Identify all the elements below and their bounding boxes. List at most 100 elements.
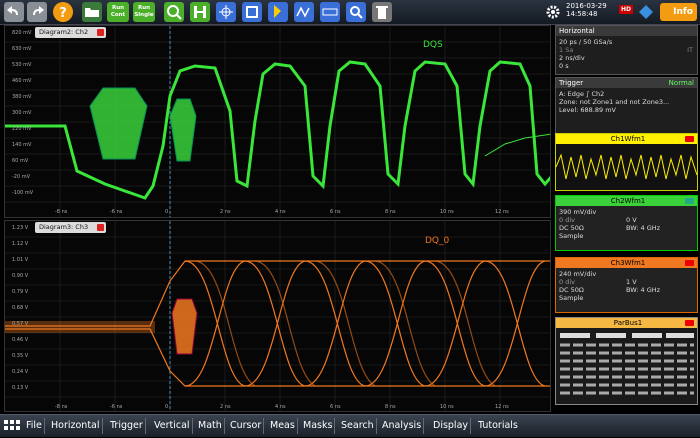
- ch3-box[interactable]: Ch3Wfm1 240 mV/div 0 div 1 V DC 50Ω BW: …: [555, 257, 698, 313]
- ch3-coupling: DC 50Ω: [559, 286, 584, 294]
- x-tick: 6 ns: [330, 404, 341, 410]
- menu-masks[interactable]: Masks: [301, 418, 336, 434]
- signal-panel: Horizontal 20 ps / 50 GSa/s 1 Sa IT 2 ns…: [553, 25, 700, 412]
- hd-badge: HD: [619, 5, 633, 14]
- horizontal-line2-right: IT: [687, 46, 693, 54]
- menu-file[interactable]: File: [24, 418, 45, 434]
- menu-search[interactable]: Search: [339, 418, 377, 434]
- menu-cursor[interactable]: Cursor: [228, 418, 265, 434]
- run-single-button[interactable]: Run Single: [133, 2, 155, 22]
- horizontal-line1: 20 ps / 50 GSa/s: [559, 38, 613, 46]
- diagram3-title[interactable]: Diagram3: Ch3: [35, 222, 107, 233]
- parbus-close-icon[interactable]: [685, 320, 694, 326]
- trash-icon[interactable]: [372, 2, 392, 22]
- run-cont-button[interactable]: Run Cont: [107, 2, 129, 22]
- apps-grid-icon[interactable]: [4, 419, 20, 438]
- marker-icon[interactable]: [242, 2, 262, 22]
- diagram2-pane[interactable]: Diagram2: Ch2 DQS 820 mV 630 mV 530 mV 4…: [4, 25, 551, 218]
- x-tick: -8 ns: [55, 404, 68, 410]
- trigger-title: Trigger Normal: [556, 78, 697, 88]
- cursor-icon[interactable]: [268, 2, 288, 22]
- x-tick: 12 ns: [495, 209, 509, 215]
- settings-icon[interactable]: [545, 4, 561, 24]
- menu-tutorials[interactable]: Tutorials: [476, 418, 520, 434]
- ch3-bandwidth: BW: 4 GHz: [626, 286, 661, 294]
- y-tick: 0.57 V: [12, 321, 29, 327]
- ch1-box[interactable]: Ch1Wfm1: [555, 133, 698, 191]
- x-tick: 8 ns: [385, 209, 396, 215]
- diagram3-pane[interactable]: Diagram3: Ch3 DQ_0 1.23 V 1.12 V 1.01 V …: [4, 220, 551, 412]
- horizontal-line2: 1 Sa: [559, 46, 574, 54]
- menu-vertical[interactable]: Vertical: [152, 418, 193, 434]
- y-tick: -20 mV: [12, 174, 31, 180]
- y-tick: 380 mV: [12, 94, 32, 100]
- parbus-box[interactable]: ParBus1: [555, 317, 698, 405]
- histogram-icon[interactable]: [190, 2, 210, 22]
- y-tick: 820 mV: [12, 30, 32, 36]
- diagram2-title[interactable]: Diagram2: Ch2: [35, 27, 107, 38]
- redo-icon[interactable]: [27, 2, 47, 22]
- ch3-position: 1 V: [626, 278, 637, 286]
- x-tick: -6 ns: [110, 404, 123, 410]
- diagram3-plot: [5, 221, 550, 411]
- run-cont-label: Run Cont: [110, 5, 126, 18]
- info-button[interactable]: Info: [660, 3, 697, 21]
- ch3-title: Ch3Wfm1: [556, 258, 697, 268]
- ch2-box[interactable]: Ch2Wfm1 390 mV/div 0 div 0 V DC 50Ω BW: …: [555, 195, 698, 251]
- y-tick: 0.13 V: [12, 385, 29, 391]
- y-tick: 140 mV: [12, 142, 32, 148]
- search-icon[interactable]: [346, 2, 366, 22]
- info-label: Info: [673, 7, 693, 17]
- menu-trigger[interactable]: Trigger: [108, 418, 146, 434]
- measure-icon[interactable]: [294, 2, 314, 22]
- close-icon[interactable]: [97, 224, 105, 231]
- menu-analysis[interactable]: Analysis: [380, 418, 425, 434]
- trigger-zone: Zone: not Zone1 and not Zone3...: [559, 98, 670, 106]
- y-tick: 0.90 V: [12, 273, 29, 279]
- ch1-thumbnail: [556, 153, 697, 180]
- horizontal-box[interactable]: Horizontal 20 ps / 50 GSa/s 1 Sa IT 2 ns…: [555, 25, 698, 75]
- x-tick: -8 ns: [55, 209, 68, 215]
- trigger-title-text: Trigger: [559, 79, 584, 87]
- ch2-offset: 0 div: [559, 216, 575, 224]
- ch2-indicator-icon[interactable]: [685, 198, 694, 204]
- mask-icon[interactable]: [216, 2, 236, 22]
- menu-math[interactable]: Math: [196, 418, 225, 434]
- y-tick: 1.12 V: [12, 241, 29, 247]
- x-tick: 4 ns: [275, 404, 286, 410]
- y-tick: 460 mV: [12, 78, 32, 84]
- x-tick: 6 ns: [330, 209, 341, 215]
- ch3-close-icon[interactable]: [685, 260, 694, 266]
- menu-meas[interactable]: Meas: [268, 418, 298, 434]
- y-tick: 0.79 V: [12, 289, 29, 295]
- horizontal-line3: 2 ns/div: [559, 54, 585, 62]
- menu-display[interactable]: Display: [431, 418, 472, 434]
- x-tick: 0: [165, 209, 169, 215]
- datetime: 2016-03-29 14:58:48: [566, 2, 607, 18]
- y-tick: 220 mV: [12, 126, 32, 132]
- undo-icon[interactable]: [4, 2, 24, 22]
- trigger-mode: Normal: [668, 79, 694, 87]
- ch1-close-icon[interactable]: [685, 136, 694, 142]
- trigger-box[interactable]: Trigger Normal A: Edge ∫ Ch2 Zone: not Zo…: [555, 77, 698, 137]
- close-icon[interactable]: [97, 29, 105, 36]
- ch1-title: Ch1Wfm1: [556, 134, 697, 144]
- remote-icon[interactable]: [638, 4, 654, 24]
- ch2-mode: Sample: [559, 232, 584, 240]
- zoom-icon[interactable]: [164, 2, 184, 22]
- trace-label-dq0: DQ_0: [425, 236, 450, 246]
- open-folder-icon[interactable]: [82, 2, 102, 22]
- menu-horizontal[interactable]: Horizontal: [49, 418, 103, 434]
- x-tick: 10 ns: [440, 209, 454, 215]
- x-tick: 2 ns: [220, 404, 231, 410]
- ch3-scale: 240 mV/div: [559, 270, 597, 278]
- help-icon[interactable]: ?: [53, 2, 73, 22]
- trigger-source: A: Edge ∫ Ch2: [559, 90, 605, 98]
- y-tick: 0.24 V: [12, 369, 29, 375]
- x-tick: -6 ns: [110, 209, 123, 215]
- x-tick: 10 ns: [440, 404, 454, 410]
- date-text: 2016-03-29: [566, 2, 607, 10]
- horizontal-title: Horizontal: [556, 26, 697, 36]
- bus-icon[interactable]: [320, 2, 340, 22]
- svg-text:?: ?: [59, 6, 67, 21]
